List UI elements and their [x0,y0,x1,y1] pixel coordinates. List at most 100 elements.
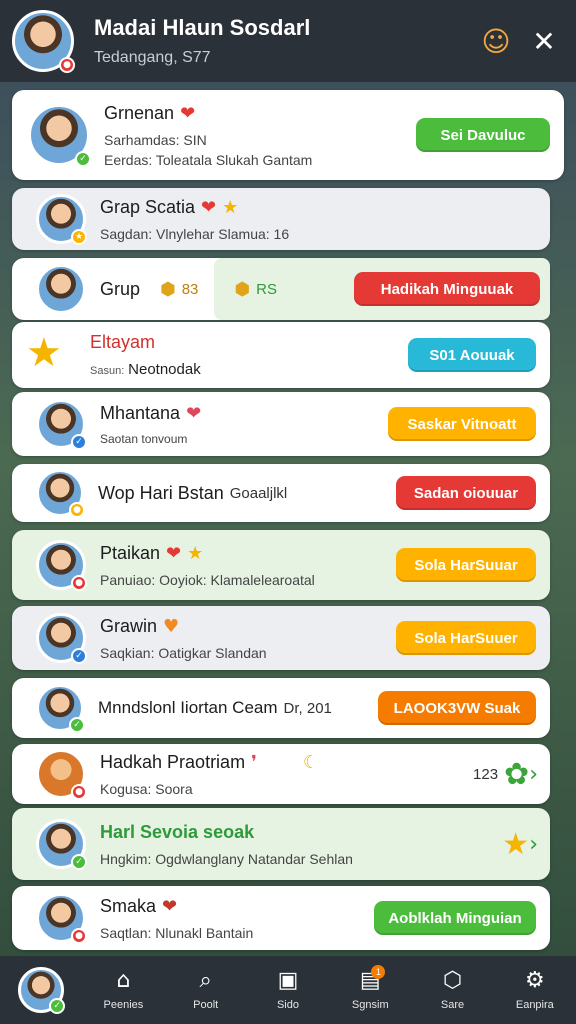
list-item[interactable]: ★ Grap Scatia ❤ ★ Sagdan: Vlnylehar Slamua… [12,188,550,250]
avatar [36,264,86,314]
row-name: Grup [100,278,141,299]
avatar: ✓ [36,819,87,870]
avatar: ✓ [36,613,87,664]
home-icon: ⌂ [116,968,131,993]
nav-item-profile[interactable]: ✓ [0,967,82,1014]
row-sub: Neotnodak [128,361,201,378]
leaf-icon: ✿ [504,756,530,792]
row-name: Grap Scatia [100,196,196,217]
list-item[interactable]: ✓ Grawin ♥ Saqkian: Oatigkar Slandan Sola… [12,606,550,670]
avatar: ★ [36,194,87,245]
nav-badge: 1 [371,965,386,979]
sticker-icon: ♥ [163,615,180,637]
row-name-tail: Goaaljlkl [229,484,288,502]
list-item[interactable]: ✓ Mhantana ❤ Saotan tonvoum Saskar Vitnoa… [12,392,550,456]
chevron-right-icon[interactable]: › [529,762,538,787]
coin-icon: ⬢ [160,278,176,300]
row-action-button[interactable]: Sei Davuluc [416,118,550,152]
row-name: Grnenan [104,102,175,123]
row-sub: Saotan tonvoum [100,431,188,446]
row-action-button[interactable]: Aoblklah Minguian [374,901,536,935]
list-item[interactable]: ✓ Grnenan ❤ Sarhamdas: SIN Eerdas: Toleat… [12,90,564,180]
nav-label: Sido [276,999,299,1011]
row-name: Harl Sevoia seoak [100,821,255,842]
avatar: ✓ [18,967,66,1014]
row-name: Grawin [100,615,158,636]
star-icon: ★ [222,196,239,218]
row-name: Smaka [100,895,157,916]
app-title: Madai Hlaun Sosdarl [94,15,311,40]
avatar: ● [36,540,87,591]
avatar: ● [36,893,87,944]
nav-label: Peenies [103,999,144,1011]
frame-icon: ▣ [277,968,299,993]
sticker-icon: ❤ [180,102,196,124]
row-sub-label: Sasun: [90,365,125,377]
row-sub2: Eerdas: Toleatala Slukah Gantam [104,151,313,168]
row-name: Ptaikan [100,542,161,563]
star-icon: ★ [502,826,530,862]
row-sub: Panuiao: Ooyiok: Klamalelearoatal [100,571,315,588]
row-name-tail: Dr, 201 [283,699,332,717]
avatar: ✓ [36,684,85,733]
nav-label: Eanpira [515,999,554,1011]
pin-off-icon[interactable]: ✕ [524,21,564,61]
avatar: ✓ [36,399,87,450]
nav-item-home[interactable]: ⌂ Peenies [82,968,164,1012]
nav-item-search[interactable]: ⌕ Poolt [165,968,247,1012]
row-sub: Hngkim: Ogdwlanglany Natandar Sehlan [100,850,353,867]
cube-icon: ⬡ [442,968,463,993]
row-action-button[interactable]: Sola HarSuuar [396,548,536,582]
row-action-button[interactable]: Sola HarSuuer [396,621,536,655]
row-action-button[interactable]: S01 Aouuak [408,338,536,372]
sticker-icon: ❤ [162,895,178,917]
nav-item-frame[interactable]: ▣ Sido [247,968,329,1012]
row-sub: Saqtlan: Nlunakl Bantain [100,924,254,941]
header-titles: Madai Hlaun Sosdarl Tedangang, S77 [94,15,468,67]
chevron-right-icon[interactable]: › [529,832,538,857]
nav-label: Poolt [193,999,219,1011]
sticker-icon: ❤ [186,402,202,424]
avatar: ✓ [28,104,91,167]
bottom-nav: ✓ ⌂ Peenies ⌕ Poolt ▣ Sido ▤ 1 Sgnsim ⬡ … [0,956,576,1024]
list-item[interactable]: ● Smaka ❤ Saqtlan: Nlunakl Bantain Aoblkl… [12,886,550,950]
profile-avatar[interactable]: ● [12,10,75,73]
row-action-button[interactable]: LAOOK3VW Suak [378,691,536,725]
list-item[interactable]: ● Wop Hari Bstan Goaaljlkl Sadan oiouuar [12,464,550,522]
list-item[interactable]: ✓ Harl Sevoia seoak Hngkim: Ogdwlanglany… [12,808,550,880]
row-name: Mnndslonl Iiortan Ceam [98,698,278,717]
mascot-icon[interactable]: ☺ [476,21,516,61]
list-item[interactable]: Grup ⬢ 83 ⬢ RS Hadikah Minguuak [12,258,550,320]
list-item[interactable]: ● Ptaikan ❤ ★ Panuiao: Ooyiok: Klamalelear… [12,530,550,600]
list-item[interactable]: ✓ Mnndslonl Iiortan Ceam Dr, 201 LAOOK3VW… [12,678,550,738]
search-icon: ⌕ [199,968,212,993]
status-badge: ● [59,57,75,73]
avatar: ● [36,749,87,800]
avatar: ● [36,469,85,518]
moon-icon: ☾ [302,751,320,773]
row-action-button[interactable]: Saskar Vitnoatt [388,407,536,441]
sticker-icon: ❤ [166,542,182,564]
row-sub: Sagdan: Vlnylehar Slamua: 16 [100,225,290,242]
row-sub: Sarhamdas: SIN [104,131,207,148]
nav-label: Sgnsim [351,999,389,1011]
nav-label: Sare [440,999,465,1011]
gear-icon: ⚙ [524,968,545,993]
row-sub: Saqkian: Oatigkar Slandan [100,644,267,661]
points-panel: ⬢ RS Hadikah Minguuak [214,258,550,320]
nav-item-store[interactable]: ⬡ Sare [411,968,493,1012]
nav-item-inbox[interactable]: ▤ 1 Sgnsim [329,965,411,1011]
star-icon: ★ [26,330,62,376]
list-item[interactable]: ★ Eltayam Sasun: Neotnodak S01 Aouuak [12,322,550,388]
points-value: RS [256,280,277,298]
count-value: 123 [473,765,499,783]
row-name: Hadkah Praotriam [100,751,246,772]
list-item[interactable]: ● Hadkah Praotriam ❜ ☾ Kogusa: Soora 123 ✿… [12,744,550,804]
nav-item-settings[interactable]: ⚙ Eanpira [494,968,576,1012]
sticker-icon: ❜ [251,751,257,773]
row-action-button[interactable]: Sadan oiouuar [396,476,536,510]
top-bar: ● Madai Hlaun Sosdarl Tedangang, S77 ☺ ✕ [0,0,576,82]
sticker-icon: ❤ [201,196,217,218]
row-name: Eltayam [90,332,156,352]
row-action-button[interactable]: Hadikah Minguuak [354,272,540,306]
